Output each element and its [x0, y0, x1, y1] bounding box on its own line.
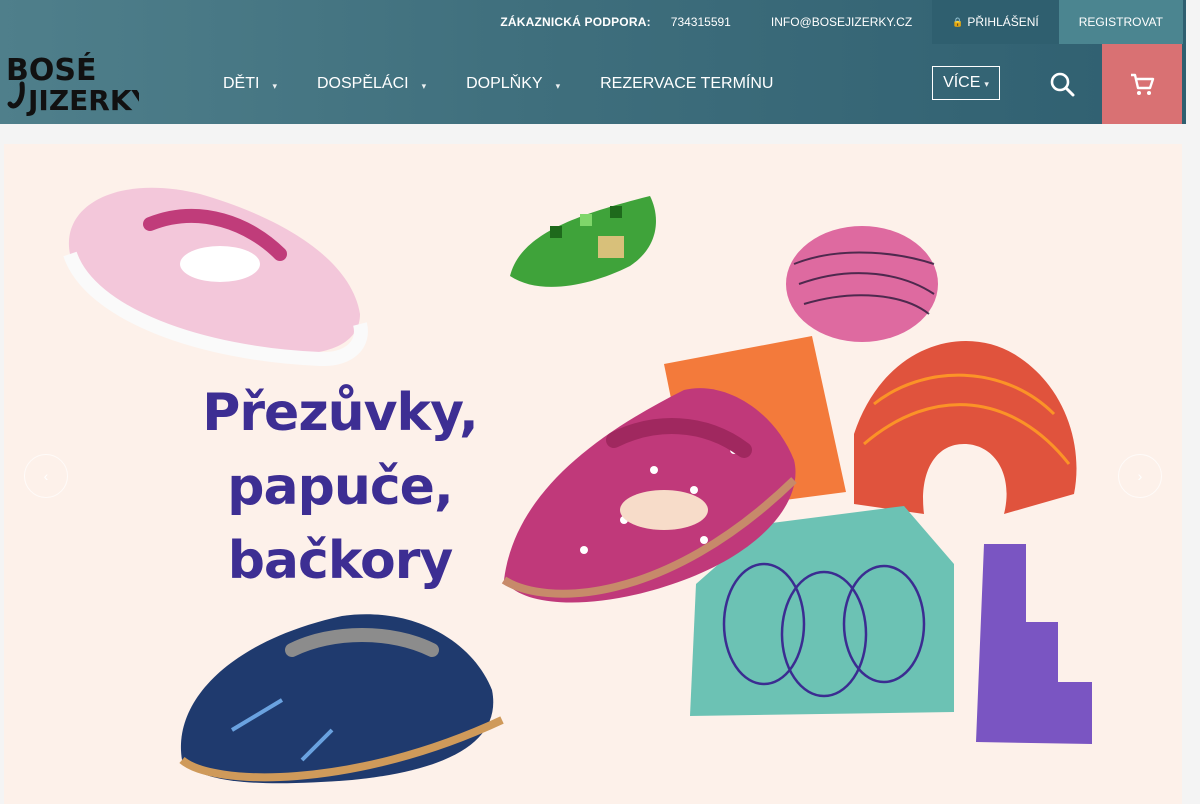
- register-button[interactable]: REGISTROVAT: [1058, 0, 1183, 44]
- hero-headline: Přezůvky, papuče, bačkory: [140, 376, 540, 598]
- cart-icon: [1131, 73, 1155, 95]
- support-phone-link[interactable]: 734315591: [671, 15, 731, 29]
- hero-line-3: bačkory: [227, 531, 454, 591]
- nav-item-rezervace[interactable]: REZERVACE TERMÍNU: [600, 62, 773, 106]
- chevron-down-icon: ▾: [421, 80, 427, 91]
- more-menu-button[interactable]: VÍCE ▾: [932, 66, 1000, 100]
- carousel-prev-button[interactable]: ‹: [24, 454, 68, 498]
- chevron-down-icon: ▾: [555, 80, 561, 91]
- support-email-link[interactable]: INFO@BOSEJIZERKY.CZ: [771, 15, 912, 29]
- main-nav: DĚTI ▾ DOSPĚLÁCI ▾ DOPLŇKY ▾ REZERVACE T…: [223, 62, 813, 106]
- logo-text-bose: BOSÉ: [6, 52, 96, 88]
- logo-text-jizerky: JIZERKY: [26, 84, 139, 116]
- chevron-right-icon: ›: [1137, 468, 1143, 484]
- chevron-left-icon: ‹: [43, 468, 49, 484]
- lock-icon: 🔒: [952, 16, 964, 27]
- nav-item-deti[interactable]: DĚTI ▾: [223, 62, 277, 106]
- login-button[interactable]: 🔒 PŘIHLÁŠENÍ: [932, 0, 1059, 44]
- shoe-navy-vehicles: [179, 614, 504, 784]
- shoe-pink-hearts: [63, 187, 368, 366]
- cart-button[interactable]: [1102, 44, 1182, 124]
- search-button[interactable]: [1040, 62, 1084, 106]
- nav-item-doplnky[interactable]: DOPLŇKY ▾: [466, 62, 560, 106]
- carousel-next-button[interactable]: ›: [1118, 454, 1162, 498]
- login-label: PŘIHLÁŠENÍ: [967, 15, 1039, 29]
- hero-line-2: papuče,: [227, 457, 453, 517]
- chevron-down-icon: ▾: [272, 80, 277, 91]
- hero-line-1: Přezůvky,: [202, 383, 478, 443]
- register-label: REGISTROVAT: [1078, 15, 1163, 29]
- chevron-down-icon: ▾: [984, 78, 989, 89]
- support-label: ZÁKAZNICKÁ PODPORA:: [500, 15, 651, 29]
- search-icon: [1050, 72, 1075, 97]
- decor-purple-l: [976, 544, 1092, 744]
- site-header: ZÁKAZNICKÁ PODPORA: 734315591 INFO@BOSEJ…: [0, 0, 1186, 124]
- hero-banner[interactable]: Přezůvky, papuče, bačkory ‹ ›: [4, 144, 1182, 804]
- top-bar: ZÁKAZNICKÁ PODPORA: 734315591 INFO@BOSEJ…: [500, 0, 1186, 44]
- site-logo[interactable]: BOSÉ JIZERKY: [4, 52, 153, 117]
- nav-item-dospelaci[interactable]: DOSPĚLÁCI ▾: [317, 62, 426, 106]
- shoe-green-pixel: [510, 196, 656, 287]
